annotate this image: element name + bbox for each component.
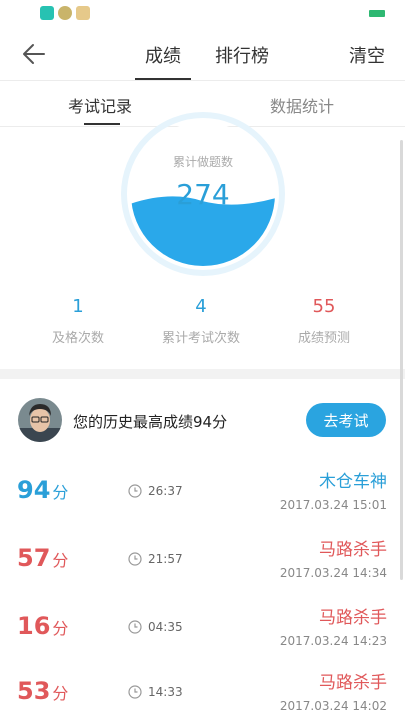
record-score: 53 分 [17, 677, 68, 705]
stat-label: 及格次数 [51, 331, 104, 346]
gauge-value: 274 [176, 178, 230, 211]
exam-record-row[interactable]: 53 分 14:33 马路杀手 2017.03.24 14:02 [0, 662, 405, 728]
stat-score-prediction: 55 成绩预测 [254, 296, 394, 346]
gauge-caption: 累计做题数 [172, 155, 233, 169]
record-datetime: 2017.03.24 14:02 [279, 699, 387, 713]
record-title: 木仓车神 [319, 472, 387, 492]
stat-value: 1 [72, 296, 84, 317]
app-notification-icon [76, 6, 90, 20]
record-duration: 21:57 [148, 552, 183, 566]
record-title: 马路杀手 [319, 608, 387, 628]
score-value: 53 [17, 677, 51, 705]
record-title: 马路杀手 [319, 673, 387, 693]
record-duration: 26:37 [148, 484, 183, 498]
record-duration: 04:35 [148, 620, 183, 634]
stat-label: 成绩预测 [297, 331, 350, 346]
exam-record-row[interactable]: 94 分 26:37 木仓车神 2017.03.24 15:01 [0, 461, 405, 527]
record-datetime: 2017.03.24 15:01 [279, 498, 387, 512]
stat-label: 累计考试次数 [161, 331, 240, 346]
score-unit: 分 [52, 551, 69, 570]
stat-passed-count: 1 及格次数 [8, 296, 148, 346]
clear-button[interactable]: 清空 [349, 42, 385, 68]
record-datetime: 2017.03.24 14:34 [279, 566, 387, 580]
active-subtab-indicator [84, 123, 120, 125]
record-score: 94 分 [17, 476, 68, 504]
score-unit: 分 [52, 684, 69, 703]
back-arrow-icon[interactable] [20, 40, 48, 68]
score-value: 94 [17, 476, 51, 504]
score-value: 57 [17, 544, 51, 572]
top-nav: 成绩 排行榜 清空 [0, 26, 405, 81]
record-score: 57 分 [17, 544, 68, 572]
stat-value: 4 [195, 296, 207, 317]
record-duration: 14:33 [148, 685, 183, 699]
scrollbar[interactable] [400, 140, 403, 580]
best-score-text: 您的历史最高成绩94分 [73, 413, 228, 431]
avatar [18, 398, 62, 442]
status-bar [0, 0, 405, 26]
record-score: 16 分 [17, 612, 68, 640]
exam-record-row[interactable]: 57 分 21:57 马路杀手 2017.03.24 14:34 [0, 529, 405, 595]
exam-record-row[interactable]: 16 分 04:35 马路杀手 2017.03.24 14:23 [0, 597, 405, 663]
app-notification-icon [58, 6, 72, 20]
battery-icon [369, 10, 385, 17]
stat-value: 55 [312, 296, 336, 317]
best-score-row: 您的历史最高成绩94分 去考试 [0, 390, 405, 452]
score-unit: 分 [52, 483, 69, 502]
clock-icon [128, 685, 142, 699]
stat-exam-count: 4 累计考试次数 [131, 296, 271, 346]
app-notification-icon [40, 6, 54, 20]
clock-icon [128, 484, 142, 498]
notification-icons [40, 6, 90, 20]
clock-icon [128, 552, 142, 566]
record-title: 马路杀手 [319, 540, 387, 560]
tab-leaderboard[interactable]: 排行榜 [215, 42, 269, 68]
clock-icon [128, 620, 142, 634]
score-unit: 分 [52, 619, 69, 638]
tab-scores[interactable]: 成绩 [145, 42, 181, 68]
take-exam-button[interactable]: 去考试 [306, 403, 386, 437]
section-divider [0, 369, 405, 379]
score-value: 16 [17, 612, 51, 640]
record-datetime: 2017.03.24 14:23 [279, 634, 387, 648]
